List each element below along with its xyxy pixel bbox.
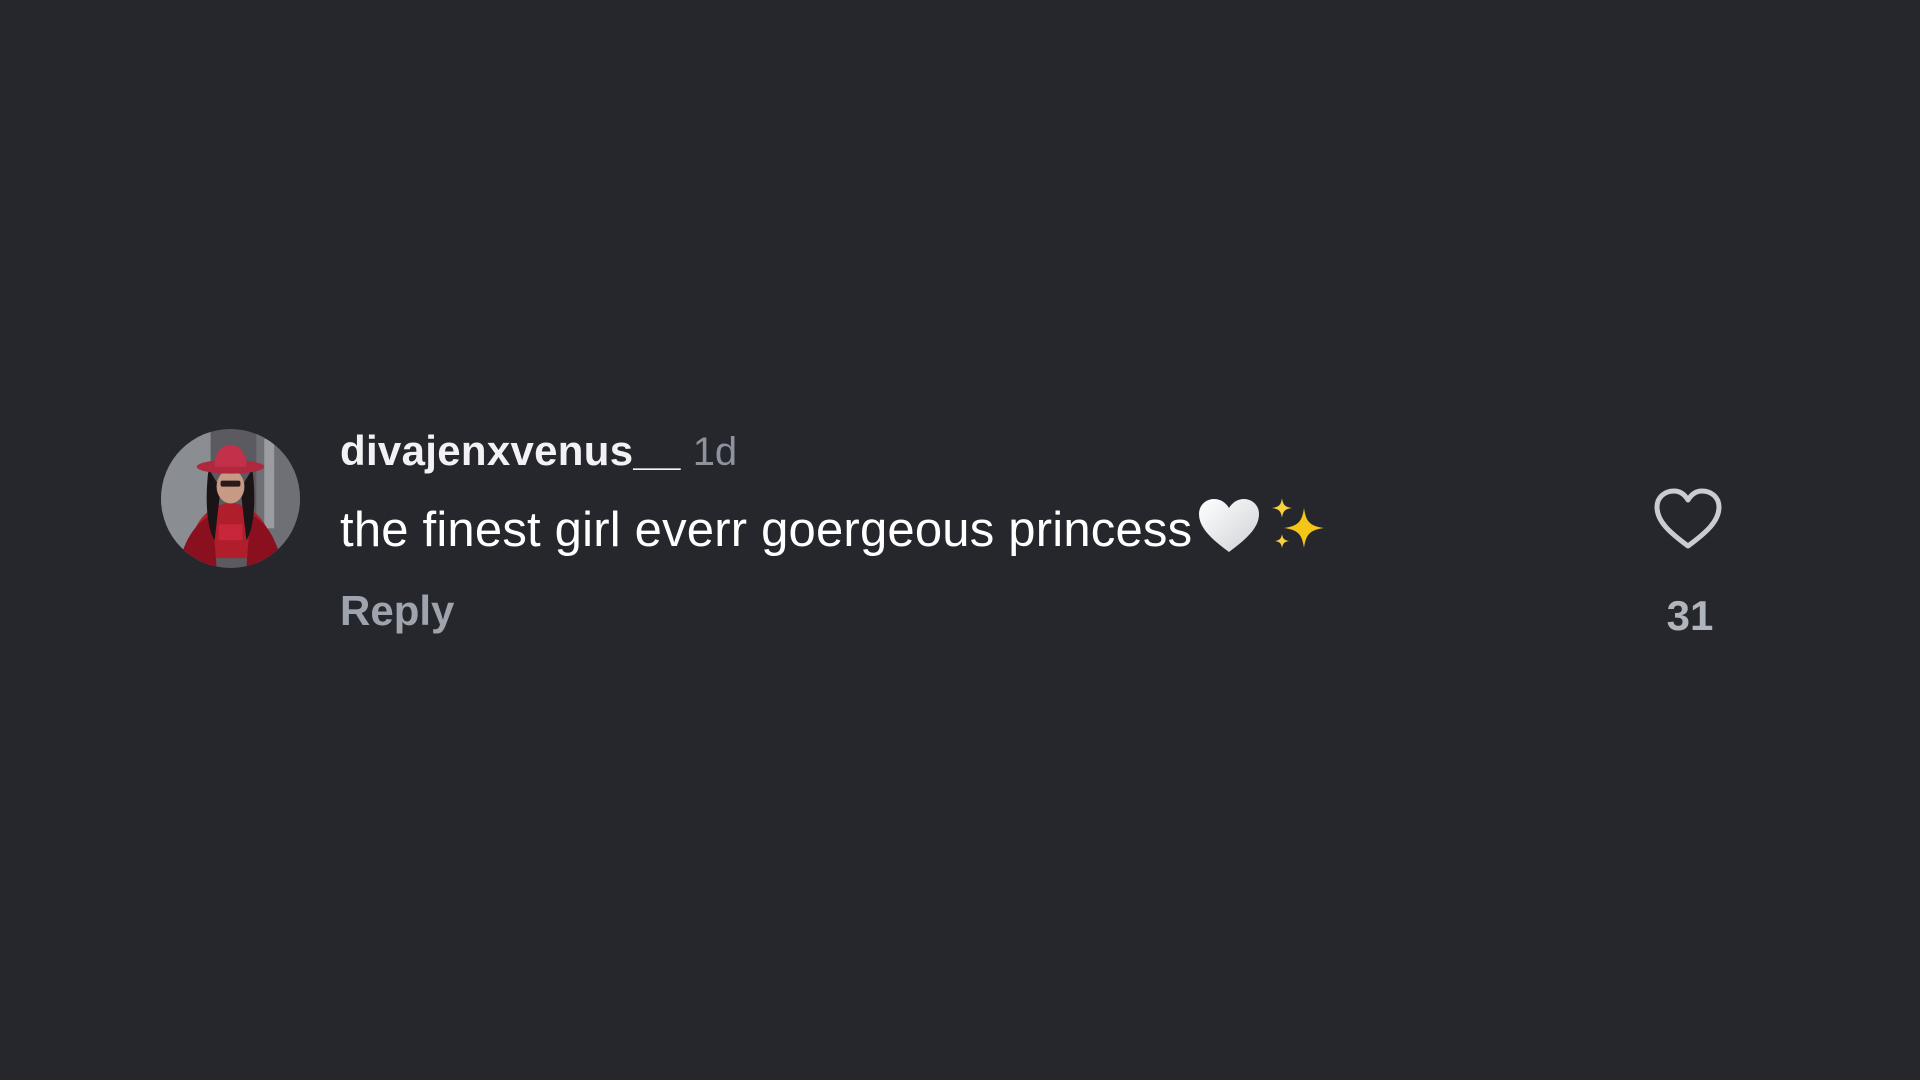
like-count: 31 bbox=[1666, 592, 1714, 639]
username[interactable]: divajenxvenus__ bbox=[340, 427, 681, 474]
sparkles-emoji-icon bbox=[1268, 494, 1330, 556]
white-heart-emoji-icon bbox=[1196, 496, 1262, 556]
heart-outline-icon bbox=[1654, 488, 1722, 549]
profile-avatar-icon bbox=[161, 429, 300, 568]
comment-item: divajenxvenus__ 1d the finest girl everr … bbox=[0, 0, 1920, 1080]
timestamp: 1d bbox=[692, 430, 738, 474]
comment-body: the finest girl everr goergeous princess bbox=[340, 494, 1330, 557]
reply-button[interactable]: Reply bbox=[340, 586, 454, 636]
comment-header: divajenxvenus__ 1d bbox=[340, 426, 737, 476]
comment-screen: divajenxvenus__ 1d the finest girl everr … bbox=[0, 0, 1920, 1080]
like-button[interactable] bbox=[1652, 486, 1724, 558]
comment-text: the finest girl everr goergeous princess bbox=[340, 503, 1193, 557]
avatar[interactable] bbox=[161, 429, 300, 568]
